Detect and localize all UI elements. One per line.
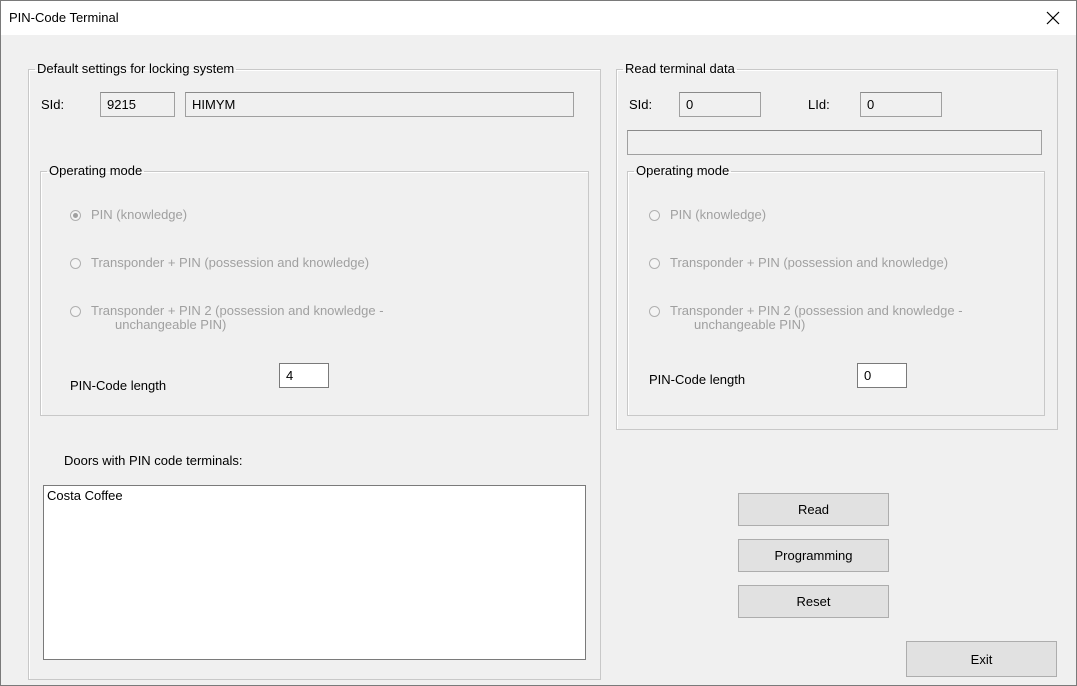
list-item[interactable]: Costa Coffee xyxy=(44,486,585,505)
radio-label: Transponder + PIN (possession and knowle… xyxy=(670,255,949,270)
pin-length-label: PIN-Code length xyxy=(70,378,167,393)
pin-length-input[interactable]: 4 xyxy=(279,363,329,388)
close-button[interactable] xyxy=(1030,1,1076,35)
radio-label: Transponder + PIN 2 (possession and know… xyxy=(670,304,963,332)
system-name-field: HIMYM xyxy=(185,92,574,117)
radio-indicator xyxy=(70,210,81,221)
sid-label: SId: xyxy=(41,97,65,112)
doors-label: Doors with PIN code terminals: xyxy=(64,453,243,468)
read-radio-transponder-pin2[interactable]: Transponder + PIN 2 (possession and know… xyxy=(649,304,963,332)
reset-button[interactable]: Reset xyxy=(738,585,889,618)
close-icon xyxy=(1046,11,1060,25)
radio-label: Transponder + PIN (possession and knowle… xyxy=(91,255,370,270)
radio-transponder-pin[interactable]: Transponder + PIN (possession and knowle… xyxy=(70,256,369,270)
radio-label-line2: unchangeable PIN) xyxy=(115,317,227,332)
pin-code-terminal-window: PIN-Code Terminal Default settings for l… xyxy=(0,0,1077,686)
read-lid-label: LId: xyxy=(808,97,830,112)
radio-transponder-pin2[interactable]: Transponder + PIN 2 (possession and know… xyxy=(70,304,384,332)
title-bar: PIN-Code Terminal xyxy=(1,1,1076,35)
read-operating-mode-legend: Operating mode xyxy=(636,163,730,178)
exit-button[interactable]: Exit xyxy=(906,641,1057,677)
default-settings-legend: Default settings for locking system xyxy=(37,61,235,76)
read-radio-pin-knowledge[interactable]: PIN (knowledge) xyxy=(649,208,766,222)
read-info-field xyxy=(627,130,1042,155)
radio-label: PIN (knowledge) xyxy=(670,207,767,222)
read-lid-field: 0 xyxy=(860,92,942,117)
read-sid-field: 0 xyxy=(679,92,761,117)
programming-button[interactable]: Programming xyxy=(738,539,889,572)
radio-label-line1: Transponder + PIN 2 (possession and know… xyxy=(670,303,963,318)
operating-mode-legend: Operating mode xyxy=(49,163,143,178)
radio-indicator xyxy=(649,306,660,317)
doors-listbox[interactable]: Costa Coffee xyxy=(43,485,586,660)
radio-indicator xyxy=(70,258,81,269)
read-pin-length-label: PIN-Code length xyxy=(649,372,746,387)
radio-indicator xyxy=(649,210,660,221)
radio-label: Transponder + PIN 2 (possession and know… xyxy=(91,304,384,332)
radio-label: PIN (knowledge) xyxy=(91,207,188,222)
read-sid-label: SId: xyxy=(629,97,653,112)
radio-indicator xyxy=(70,306,81,317)
radio-pin-knowledge[interactable]: PIN (knowledge) xyxy=(70,208,187,222)
read-button[interactable]: Read xyxy=(738,493,889,526)
window-title: PIN-Code Terminal xyxy=(9,10,119,25)
radio-indicator xyxy=(649,258,660,269)
radio-label-line2: unchangeable PIN) xyxy=(694,317,806,332)
read-terminal-legend: Read terminal data xyxy=(625,61,735,76)
read-radio-transponder-pin[interactable]: Transponder + PIN (possession and knowle… xyxy=(649,256,948,270)
read-pin-length-input[interactable]: 0 xyxy=(857,363,907,388)
sid-field: 9215 xyxy=(100,92,175,117)
radio-label-line1: Transponder + PIN 2 (possession and know… xyxy=(91,303,384,318)
